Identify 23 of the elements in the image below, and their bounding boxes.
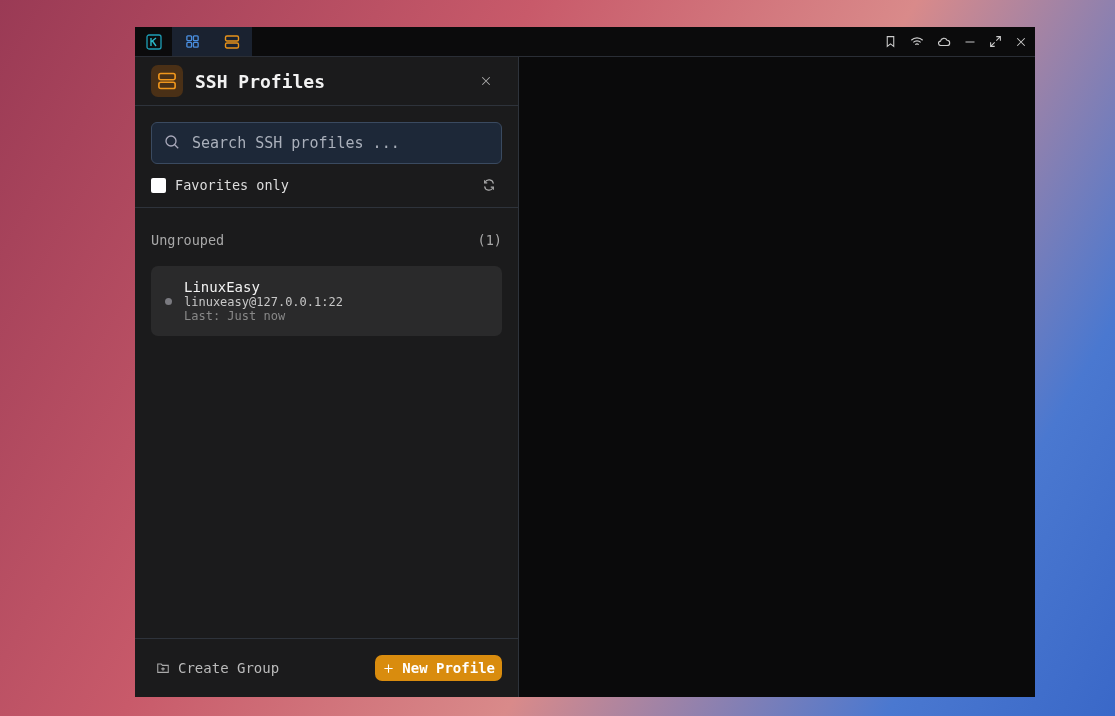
group-count: (1) [477,232,502,248]
checkbox-label: Favorites only [175,177,289,193]
maximize-icon[interactable] [989,35,1002,48]
refresh-icon[interactable] [482,178,496,192]
last-connected: Last: Just now [184,309,287,323]
close-icon[interactable] [480,75,492,87]
profile-name: LinuxEasy [184,279,261,295]
panel-title: SSH Profiles [195,70,326,92]
group-name: Ungrouped [151,232,225,248]
profile-address: linuxeasy@127.0.0.1:22 [184,295,343,309]
grid-icon [184,34,200,49]
profile-card[interactable]: LinuxEasy linuxeasy@127.0.0.1:22 Last: Just now [151,266,502,336]
search-field[interactable]: Search SSH profiles ... [151,122,502,164]
server-icon [151,65,183,97]
app-logo-icon [146,33,162,50]
folder-plus-icon [156,661,170,675]
server-icon [224,33,240,50]
create-group-button[interactable]: Create Group [156,660,280,676]
close-icon[interactable] [1015,35,1027,48]
checkbox[interactable] [151,177,166,193]
plus-icon [383,662,395,674]
search-icon [164,134,180,150]
bookmark-icon[interactable] [884,35,897,48]
